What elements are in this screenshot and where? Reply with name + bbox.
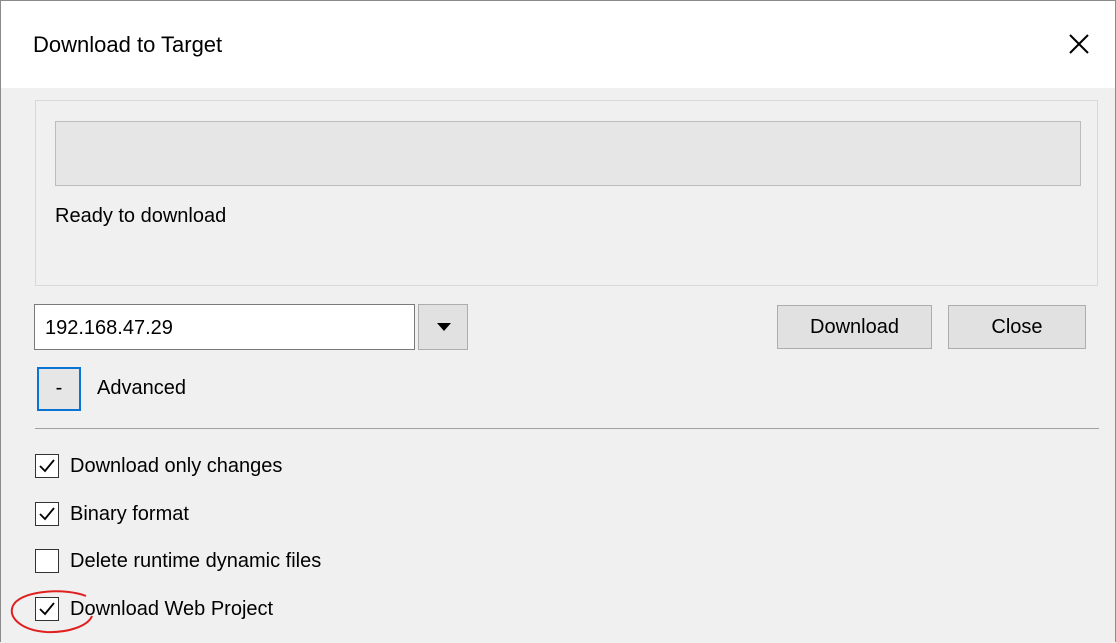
close-button[interactable]: Close (948, 305, 1086, 349)
progress-bar (55, 121, 1081, 186)
option-label: Download only changes (70, 455, 283, 477)
checkbox[interactable] (35, 549, 59, 573)
checkmark-icon (39, 507, 55, 521)
checkbox[interactable] (35, 502, 59, 526)
close-icon[interactable] (1062, 27, 1096, 61)
separator (35, 428, 1099, 429)
status-message: Ready to download (55, 205, 227, 227)
target-address-value[interactable]: 192.168.47.29 (45, 315, 173, 341)
download-button[interactable]: Download (777, 305, 932, 349)
advanced-label: Advanced (97, 377, 186, 399)
dialog-title: Download to Target (33, 32, 223, 57)
option-label: Binary format (70, 503, 189, 525)
checkbox[interactable] (35, 454, 59, 478)
target-dropdown-button[interactable] (418, 304, 468, 350)
chevron-down-icon (437, 323, 451, 331)
title-bar: Download to Target (0, 0, 1116, 88)
advanced-toggle-button[interactable]: - (37, 367, 81, 411)
checkmark-icon (39, 602, 55, 616)
option-label: Delete runtime dynamic files (70, 550, 322, 572)
checkbox[interactable] (35, 597, 59, 621)
checkmark-icon (39, 459, 55, 473)
option-label: Download Web Project (70, 598, 274, 620)
target-address-combobox[interactable]: 192.168.47.29 (34, 304, 415, 350)
